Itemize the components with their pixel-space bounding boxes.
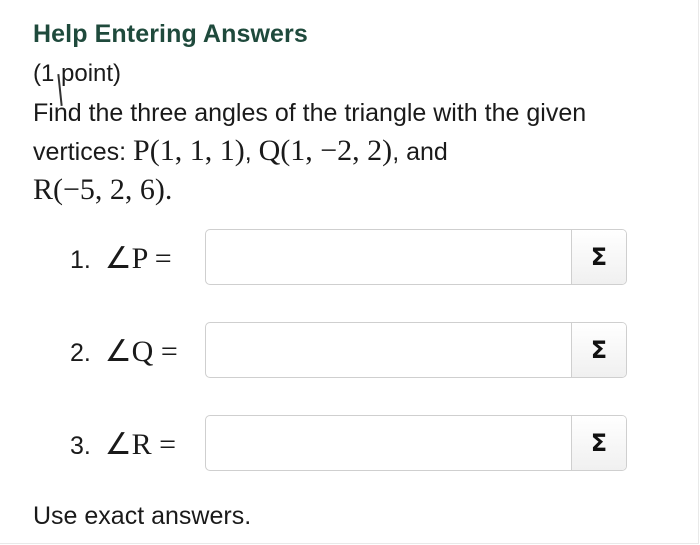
answer-number: 1. xyxy=(70,246,91,274)
equation-editor-button[interactable]: Σ xyxy=(571,416,626,470)
answer-row-r: 3. ∠R = Σ xyxy=(70,415,630,471)
angle-q-input[interactable] xyxy=(206,323,568,377)
angle-r-label: ∠R = xyxy=(104,428,177,461)
angle-p-input[interactable] xyxy=(206,230,568,284)
answer-field-wrapper: Σ xyxy=(205,415,627,471)
vertex-q: Q(1, −2, 2) xyxy=(258,134,393,167)
separator-2: , and xyxy=(392,138,448,166)
answer-label-p: 1. ∠P = xyxy=(70,241,172,276)
angle-r-input[interactable] xyxy=(206,416,568,470)
question-end: . xyxy=(164,173,173,206)
point-value: (1 point) xyxy=(33,60,122,87)
vertex-r: R(−5, 2, 6) xyxy=(33,173,165,206)
exact-answers-note: Use exact answers. xyxy=(33,502,252,530)
angle-p-label: ∠P = xyxy=(104,242,172,275)
vertex-p: P(1, 1, 1) xyxy=(133,134,245,167)
answer-number: 3. xyxy=(70,432,91,460)
separator-1: , xyxy=(244,138,259,166)
question-text: Find the three angles of the triangle wi… xyxy=(33,94,673,210)
answer-label-r: 3. ∠R = xyxy=(70,427,176,462)
answer-field-wrapper: Σ xyxy=(205,322,627,378)
equation-editor-button[interactable]: Σ xyxy=(571,323,626,377)
equation-editor-button[interactable]: Σ xyxy=(571,230,626,284)
answer-field-wrapper: Σ xyxy=(205,229,627,285)
answer-row-p: 1. ∠P = Σ xyxy=(70,229,630,285)
answer-number: 2. xyxy=(70,339,91,367)
help-entering-answers-link[interactable]: Help Entering Answers xyxy=(33,20,308,49)
answer-row-q: 2. ∠Q = Σ xyxy=(70,322,630,378)
answer-label-q: 2. ∠Q = xyxy=(70,334,178,369)
angle-q-label: ∠Q = xyxy=(104,335,178,368)
